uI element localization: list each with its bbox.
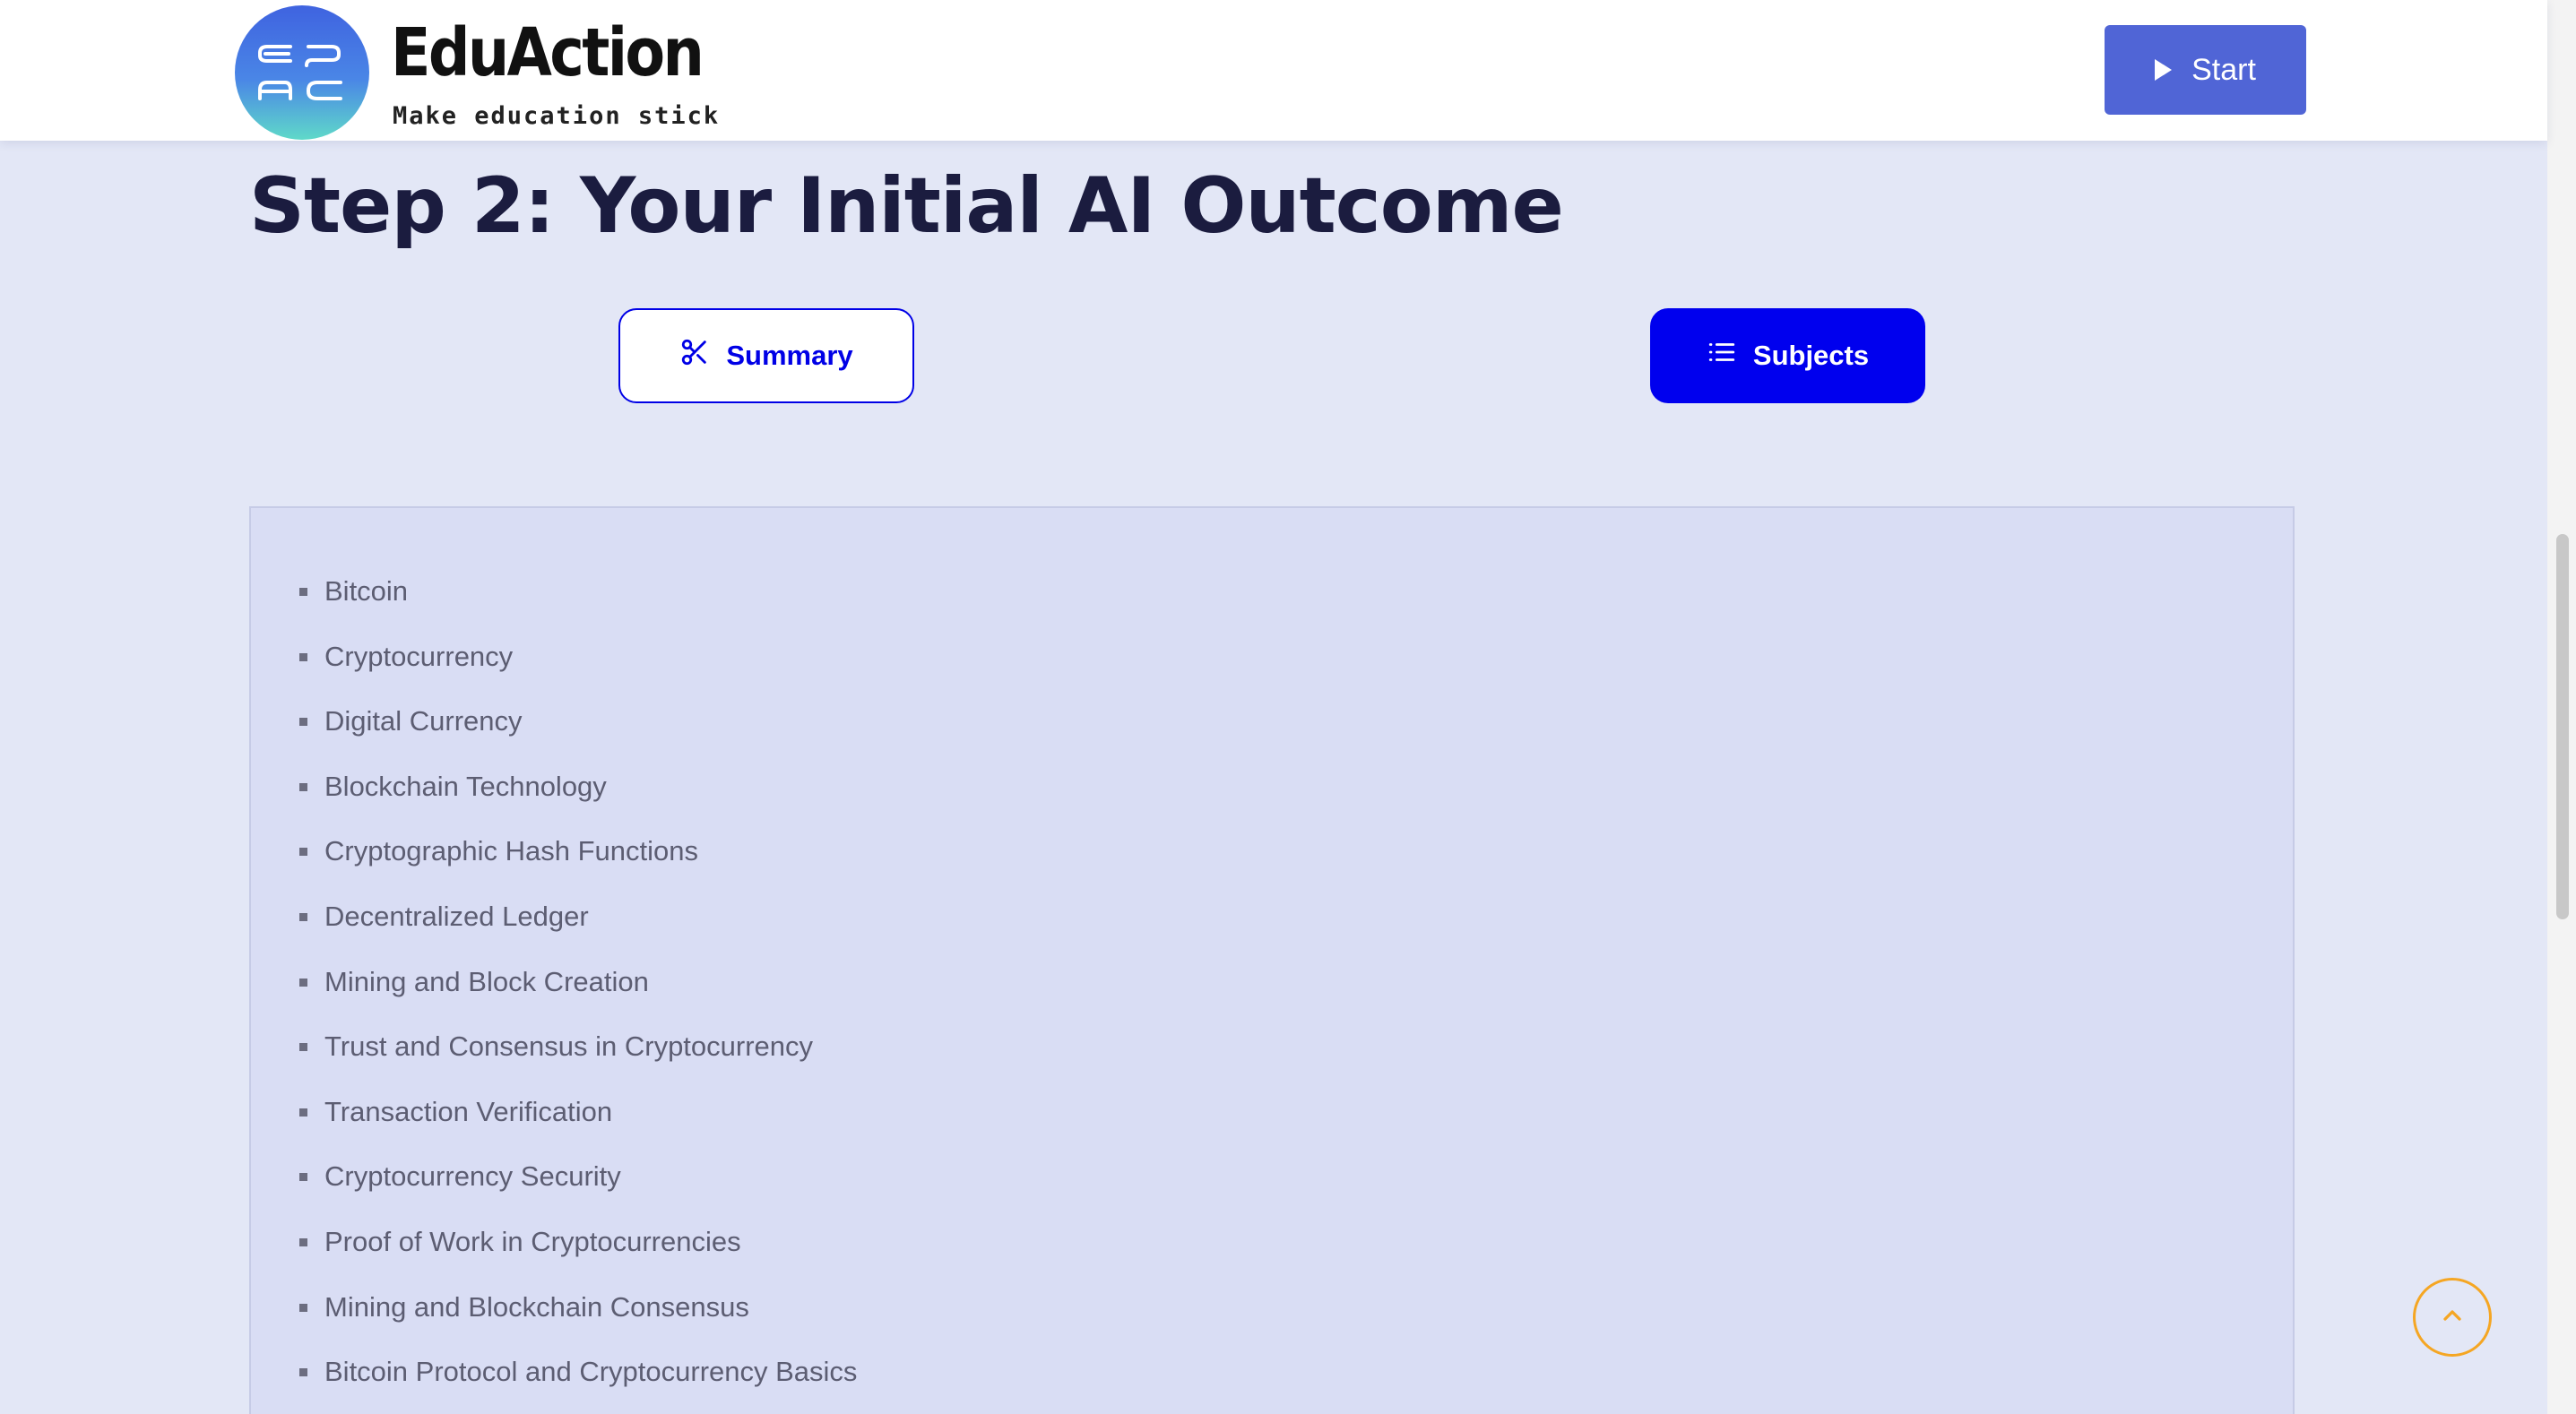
list-item: Decentralized Ledger <box>299 898 2293 963</box>
list-item: Cryptocurrency <box>299 638 2293 703</box>
scrollbar-thumb[interactable] <box>2556 534 2569 919</box>
list-item: Proof of Work in Cryptocurrencies <box>299 1223 2293 1289</box>
play-icon <box>2155 59 2173 81</box>
brand-name: EduAction <box>391 14 705 91</box>
page-title: Step 2: Your Initial AI Outcome <box>249 161 1564 251</box>
subjects-panel: Bitcoin Cryptocurrency Digital Currency … <box>249 506 2295 1414</box>
brand-logo[interactable]: EduAction Make education stick <box>235 5 718 140</box>
chevron-up-icon <box>2438 1301 2467 1333</box>
tab-subjects[interactable]: Subjects <box>1650 308 1925 403</box>
list-icon <box>1707 337 1737 375</box>
logo-mark-icon <box>235 5 369 140</box>
list-item: Cryptocurrency Security <box>299 1158 2293 1223</box>
tab-summary-label: Summary <box>726 340 853 371</box>
list-item: Digital Currency <box>299 703 2293 768</box>
scissors-icon <box>679 337 710 375</box>
list-item: Bitcoin Protocol and Cryptocurrency Basi… <box>299 1353 2293 1414</box>
tab-subjects-label: Subjects <box>1752 340 1870 371</box>
list-item: Bitcoin <box>299 573 2293 638</box>
list-item: Transaction Verification <box>299 1093 2293 1159</box>
list-item: Blockchain Technology <box>299 768 2293 833</box>
start-button-label: Start <box>2191 52 2256 87</box>
back-to-top-button[interactable] <box>2413 1278 2492 1357</box>
page: EduAction Make education stick Start Ste… <box>0 0 2576 1414</box>
site-header: EduAction Make education stick Start <box>0 0 2547 141</box>
list-item: Mining and Block Creation <box>299 963 2293 1029</box>
tab-summary[interactable]: Summary <box>618 308 914 403</box>
list-item: Trust and Consensus in Cryptocurrency <box>299 1028 2293 1093</box>
subjects-list: Bitcoin Cryptocurrency Digital Currency … <box>251 508 2293 1414</box>
list-item: Mining and Blockchain Consensus <box>299 1289 2293 1354</box>
start-button[interactable]: Start <box>2105 25 2306 115</box>
list-item: Cryptographic Hash Functions <box>299 832 2293 898</box>
brand-tagline: Make education stick <box>393 102 721 130</box>
